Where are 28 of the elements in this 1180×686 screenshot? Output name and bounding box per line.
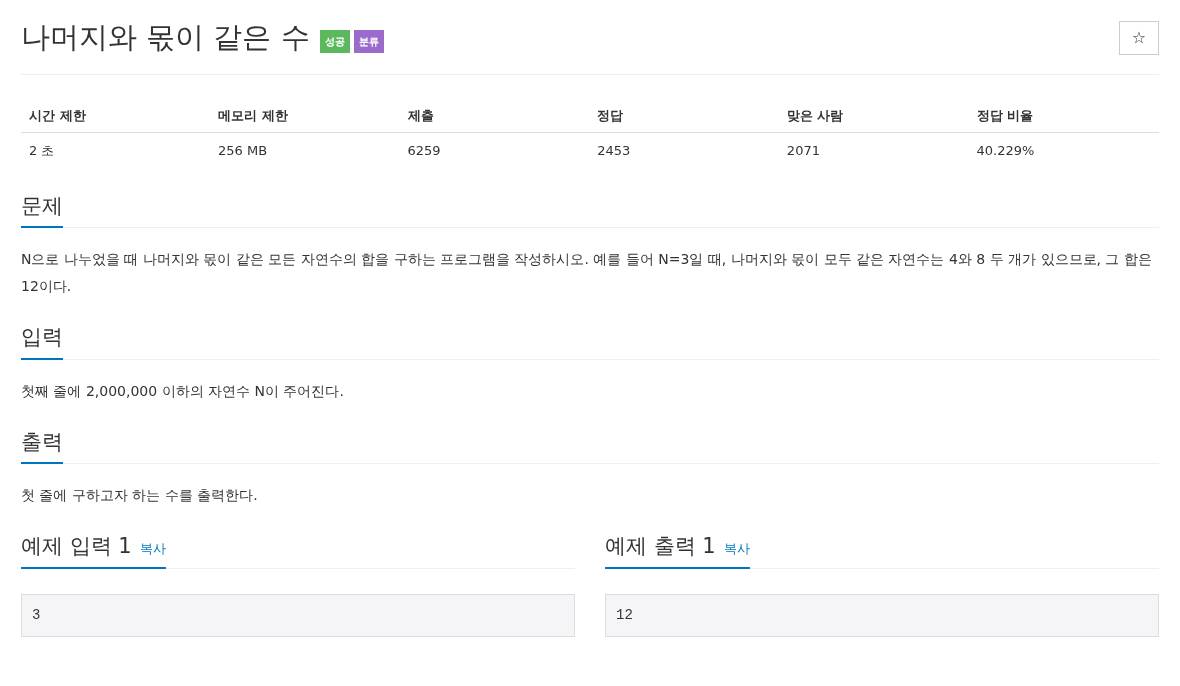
star-button[interactable]: ☆ [1119, 20, 1159, 55]
column-header: 메모리 제한 [210, 98, 400, 133]
section-text: 첫 줄에 구하고자 하는 수를 출력한다. [21, 486, 259, 505]
sample-box: 3 [21, 593, 575, 637]
section-heading: 출력 [21, 428, 63, 456]
sample-box: 12 [605, 593, 1159, 637]
section-heading: 입력 [21, 324, 63, 351]
table-cell: 256 MB [210, 132, 400, 169]
table-cell: 40.229% [968, 132, 1159, 169]
copy-link[interactable]: 복사 [723, 539, 750, 559]
status-label: 분류 [353, 30, 384, 54]
table-cell: 6259 [399, 132, 590, 169]
section-heading: 예제 입력 1 [21, 533, 132, 560]
section-text: N으로 나누었을 때 나머지와 몫이 같은 모든 자연수의 합을 구하는 프로그램을 작성하시오. 예를 들어 N=3일 때, 나머지와 몫이 모두 같은 자연수는 4와 8 두 개가 있으므로, 그 합은 12이다. [21, 250, 1153, 296]
column-header: 시간 제한 [21, 98, 211, 133]
section-text: 첫째 줄에 2,000,000 이하의 자연수 N이 주어진다. [21, 381, 345, 401]
column-header: 제출 [399, 98, 590, 133]
section-heading: 문제 [21, 192, 63, 220]
table-cell: 2 초 [21, 132, 211, 169]
column-header: 맞은 사람 [778, 98, 969, 133]
problem-title: 나머지와 몫이 같은 수 [21, 19, 310, 56]
table-cell: 2071 [778, 132, 969, 169]
section-heading: 예제 출력 1 [605, 533, 716, 560]
copy-link[interactable]: 복사 [139, 539, 166, 559]
column-header: 정답 비율 [968, 98, 1159, 133]
table-cell: 2453 [589, 132, 779, 169]
column-header: 정답 [589, 98, 779, 133]
status-label: 성공 [319, 30, 350, 54]
